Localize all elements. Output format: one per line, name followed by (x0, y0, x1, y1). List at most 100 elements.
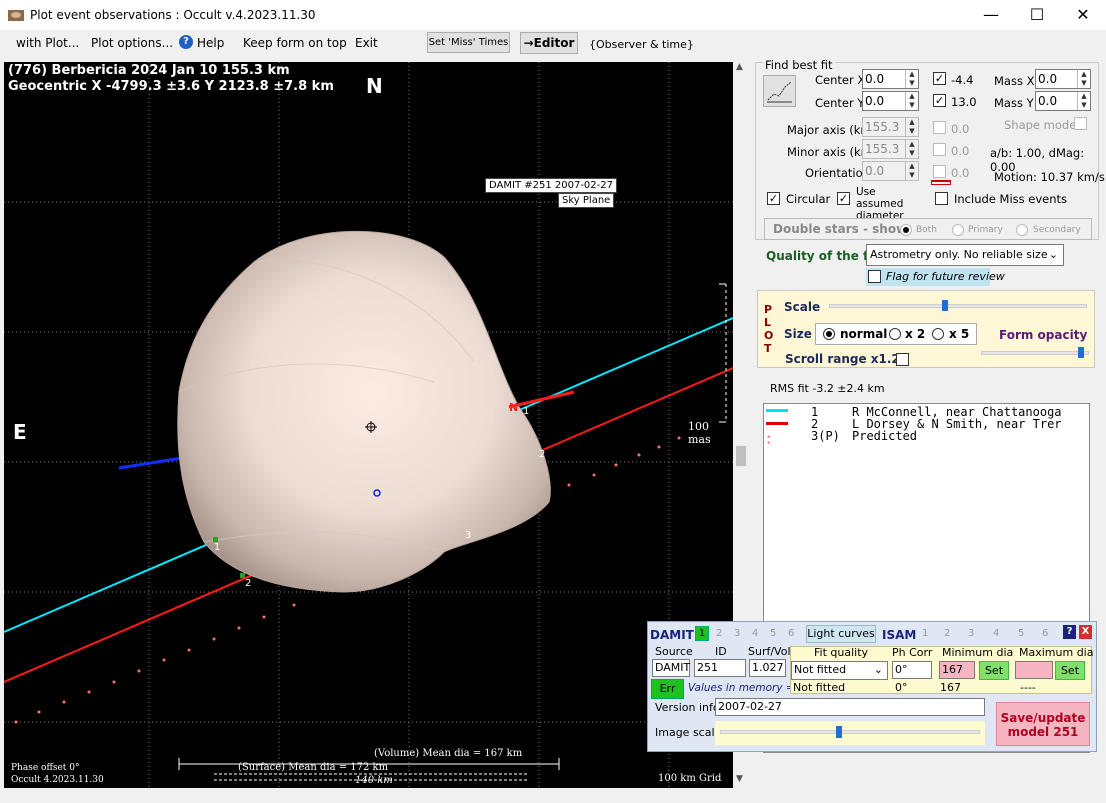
max-dia-set-button[interactable]: Set (1055, 661, 1085, 680)
scale-slider-thumb[interactable] (942, 300, 949, 311)
isam-tab-4[interactable]: 4 (993, 628, 999, 639)
include-miss-checkbox[interactable] (935, 192, 948, 205)
values-memory-label: Values in memory => (688, 682, 804, 694)
set-miss-times-button[interactable]: Set 'Miss' Times (427, 32, 510, 53)
legend-number: 3(P) (811, 429, 840, 443)
motion-label: Motion: 10.37 km/s (994, 170, 1105, 184)
menu-keep-on-top[interactable]: Keep form on top (243, 36, 347, 50)
orientation-fit-value: 0.0 (951, 166, 970, 180)
max-dia-label: Maximum dia (1019, 646, 1094, 659)
damit-tab-2[interactable]: 2 (716, 628, 722, 639)
rms-fit-label: RMS fit -3.2 ±2.4 km (770, 382, 885, 395)
center-x-input[interactable]: 0.0 ▲ ▼ (862, 69, 919, 89)
mass-y-input[interactable]: 0.0 ▲ ▼ (1035, 91, 1091, 111)
close-button[interactable]: ✕ (1060, 0, 1106, 30)
image-scale-slider[interactable] (715, 721, 985, 745)
ph-corr-memory: 0° (895, 681, 908, 694)
ph-corr-label: Ph Corr (892, 646, 933, 659)
size-normal-radio[interactable] (823, 328, 835, 340)
shape-model-checkbox[interactable] (1074, 117, 1087, 130)
circular-checkbox[interactable]: ✓ (767, 192, 780, 205)
scrollbar-thumb[interactable] (736, 446, 746, 466)
damit-tab-1[interactable]: 1 (695, 626, 709, 641)
quality-fit-select[interactable]: Astrometry only. No reliable size ⌄ (866, 244, 1064, 266)
editor-button[interactable]: →Editor (520, 32, 578, 54)
ph-corr-field[interactable]: 0° (892, 661, 932, 679)
chord-label: 1 (214, 542, 221, 553)
menu-with-plot[interactable]: with Plot... (16, 36, 79, 50)
surf-vol-field[interactable]: 1.027 (749, 659, 786, 677)
size-x2-radio[interactable] (889, 328, 901, 340)
center-x-checkbox[interactable]: ✓ (933, 72, 946, 85)
scale-slider[interactable] (827, 298, 1089, 316)
center-y-checkbox[interactable]: ✓ (933, 94, 946, 107)
minor-axis-checkbox[interactable] (933, 143, 946, 156)
damit-tab-3[interactable]: 3 (734, 628, 740, 639)
plot-canvas (4, 62, 733, 788)
legend-hscrollbar[interactable] (764, 752, 1089, 753)
major-axis-checkbox[interactable] (933, 121, 946, 134)
opacity-slider-thumb[interactable] (1077, 347, 1084, 358)
damit-panel: DAMIT 1 2 3 4 5 6 Light curves ISAM 1 2 … (647, 621, 1097, 752)
minor-axis-input[interactable]: 155.3 ▲ ▼ (862, 139, 919, 159)
orientation-input[interactable]: 0.0 ▲ ▼ (862, 161, 919, 181)
min-dia-field[interactable]: 167 (939, 661, 975, 679)
center-y-input[interactable]: 0.0 ▲ ▼ (862, 91, 919, 111)
damit-title: DAMIT (650, 628, 694, 642)
version-info-field[interactable]: 2007-02-27 (715, 698, 985, 716)
light-curves-button[interactable]: Light curves (806, 625, 876, 643)
center-y-fit-value: 13.0 (951, 95, 977, 109)
use-assumed-checkbox[interactable]: ✓ (837, 192, 850, 205)
isam-tab-5[interactable]: 5 (1018, 628, 1024, 639)
menu-exit[interactable]: Exit (355, 36, 378, 50)
menu-help[interactable]: Help (197, 36, 224, 50)
chord-segment-blue (118, 456, 183, 470)
opacity-slider[interactable] (979, 345, 1091, 363)
major-axis-fit-value: 0.0 (951, 122, 970, 136)
scale-label: Scale (784, 300, 821, 314)
id-label: ID (715, 645, 727, 658)
minimize-button[interactable]: — (968, 0, 1014, 30)
image-scale-label: Image scale (655, 726, 722, 739)
err-button[interactable]: Err (651, 679, 684, 699)
id-field[interactable]: 251 (694, 659, 746, 677)
secondary-label: Secondary (1033, 225, 1081, 235)
primary-radio[interactable] (952, 224, 964, 236)
observer-time-label: {Observer & time} (589, 38, 694, 51)
orientation-checkbox[interactable] (933, 165, 946, 178)
image-scale-thumb[interactable] (836, 726, 843, 738)
size-x2-label: x 2 (905, 327, 926, 341)
min-dia-memory: 167 (940, 681, 961, 694)
damit-tab-4[interactable]: 4 (752, 628, 758, 639)
damit-tab-5[interactable]: 5 (770, 628, 776, 639)
chord-segment-red (508, 390, 575, 409)
size-x5-radio[interactable] (932, 328, 944, 340)
source-field[interactable]: DAMIT (652, 659, 690, 677)
plot-area[interactable]: (776) Berbericia 2024 Jan 10 155.3 km Ge… (4, 62, 733, 788)
minor-axis-fit-value: 0.0 (951, 144, 970, 158)
secondary-radio[interactable] (1016, 224, 1028, 236)
fit-button[interactable] (763, 75, 796, 107)
size-normal-label: normal (840, 327, 888, 341)
major-axis-input[interactable]: 155.3 ▲ ▼ (862, 117, 919, 137)
isam-tab-3[interactable]: 3 (968, 628, 974, 639)
plot-vertical-label: PLOT (764, 303, 774, 355)
maximize-button[interactable]: ☐ (1014, 0, 1060, 30)
shape-model-label: Shape model (1004, 118, 1080, 132)
damit-help-button[interactable]: ? (1063, 625, 1076, 639)
menu-plot-options[interactable]: Plot options... (91, 36, 173, 50)
mass-x-input[interactable]: 0.0 ▲ ▼ (1035, 69, 1091, 89)
fit-quality-select[interactable]: Not fitted ⌄ (791, 661, 888, 680)
save-update-model-button[interactable]: Save/update model 251 (996, 702, 1090, 746)
min-dia-set-button[interactable]: Set (979, 661, 1009, 680)
damit-close-button[interactable]: X (1079, 625, 1092, 639)
isam-tab-2[interactable]: 2 (944, 628, 950, 639)
chord-label: 1 (523, 406, 530, 417)
isam-tab-1[interactable]: 1 (922, 628, 928, 639)
flag-review-checkbox[interactable] (868, 270, 881, 283)
max-dia-field[interactable] (1015, 661, 1053, 679)
isam-tab-6[interactable]: 6 (1042, 628, 1048, 639)
scroll-range-checkbox[interactable] (896, 353, 909, 366)
damit-tab-6[interactable]: 6 (788, 628, 794, 639)
both-radio[interactable] (900, 224, 912, 236)
